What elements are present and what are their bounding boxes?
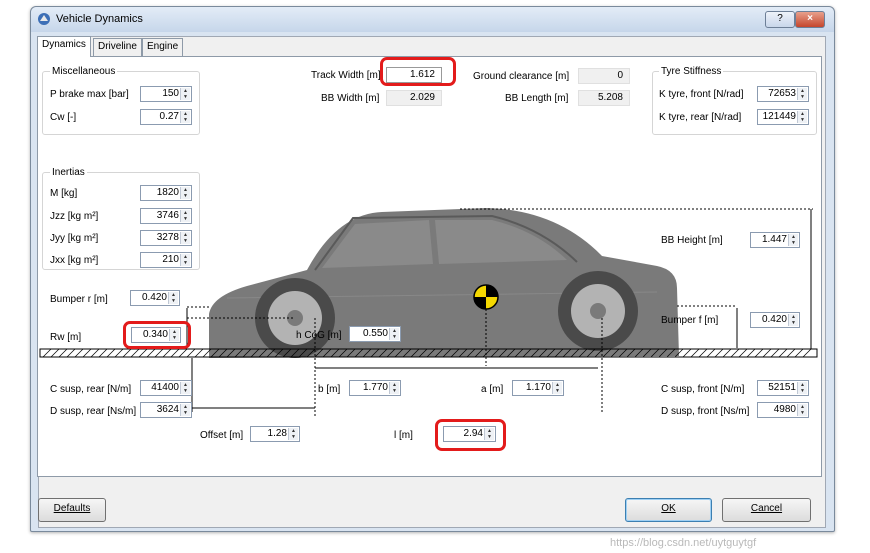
bumper-r-label: Bumper r [m] (50, 294, 108, 305)
c-susp-rear-field[interactable]: 41400 ▲ ▼ (140, 380, 192, 396)
tab-driveline[interactable]: Driveline (93, 38, 142, 56)
jyy-field[interactable]: 3278 ▲ ▼ (140, 230, 192, 246)
spin-arrows-icon: ▲ ▼ (180, 254, 190, 266)
help-button[interactable]: ? (765, 11, 795, 28)
jzz-field[interactable]: 3746 ▲ ▼ (140, 208, 192, 224)
app-icon (38, 13, 50, 25)
p-brake-field[interactable]: 150 ▲ ▼ (140, 86, 192, 102)
k-tyre-rear-field[interactable]: 121449 ▲ ▼ (757, 109, 809, 125)
d-susp-rear-field[interactable]: 3624 ▲ ▼ (140, 402, 192, 418)
hcog-field[interactable]: 0.550 ▲ ▼ (349, 326, 401, 342)
spin-arrows-icon: ▲ ▼ (180, 210, 190, 222)
a-field[interactable]: 1.170 ▲ ▼ (512, 380, 564, 396)
tab-engine[interactable]: Engine (142, 38, 184, 56)
bb-length-value: 5.208 (578, 90, 630, 106)
bb-height-field[interactable]: 1.447 ▲ ▼ (750, 232, 800, 248)
spin-arrows-icon: ▲ ▼ (180, 111, 190, 123)
d-susp-rear-label: D susp, rear [Ns/m] (50, 406, 137, 417)
misc-group (42, 71, 200, 135)
m-field[interactable]: 1820 ▲ ▼ (140, 185, 192, 201)
rw-label: Rw [m] (50, 332, 82, 343)
spin-arrows-icon: ▲ ▼ (552, 382, 562, 394)
l-highlight (435, 419, 506, 451)
k-tyre-front-field[interactable]: 72653 ▲ ▼ (757, 86, 809, 102)
defaults-button[interactable]: Defaults (38, 498, 106, 522)
ok-button[interactable]: OK (625, 498, 712, 522)
jxx-label: Jxx [kg m²] (50, 255, 99, 266)
rw-highlight (123, 321, 191, 349)
cog-marker (473, 284, 499, 310)
k-tyre-front-label: K tyre, front [N/rad] (659, 89, 744, 100)
jyy-label: Jyy [kg m²] (50, 233, 99, 244)
cancel-button[interactable]: Cancel (722, 498, 811, 522)
spin-arrows-icon: ▲ ▼ (797, 88, 807, 100)
d-susp-front-label: D susp, front [Ns/m] (661, 406, 750, 417)
offset-field[interactable]: 1.28 ▲ ▼ (250, 426, 300, 442)
cw-field[interactable]: 0.27 ▲ ▼ (140, 109, 192, 125)
hcog-label: h CoG [m] (296, 330, 342, 341)
k-tyre-rear-label: K tyre, rear [N/rad] (659, 112, 742, 123)
title-bar[interactable]: Vehicle Dynamics ? × (31, 7, 834, 32)
l-label: l [m] (394, 430, 413, 441)
spin-arrows-icon: ▲ ▼ (389, 328, 399, 340)
c-susp-front-field[interactable]: 52151 ▲ ▼ (757, 380, 809, 396)
jxx-field[interactable]: 210 ▲ ▼ (140, 252, 192, 268)
close-button[interactable]: × (795, 11, 825, 28)
spin-arrows-icon: ▲ ▼ (180, 88, 190, 100)
tyre-stiffness-group (652, 71, 817, 135)
spin-arrows-icon: ▲ ▼ (288, 428, 298, 440)
cw-label: Cw [-] (50, 112, 77, 123)
spin-arrows-icon: ▲ ▼ (180, 404, 190, 416)
bumper-f-field[interactable]: 0.420 ▲ ▼ (750, 312, 800, 328)
jzz-label: Jzz [kg m²] (50, 211, 99, 222)
bb-width-label: BB Width [m] (321, 93, 380, 104)
spin-arrows-icon: ▲ ▼ (168, 292, 178, 304)
bb-length-label: BB Length [m] (505, 93, 569, 104)
bb-height-label: BB Height [m] (661, 235, 723, 246)
spin-arrows-icon: ▲ ▼ (180, 382, 190, 394)
p-brake-label: P brake max [bar] (50, 89, 129, 100)
m-label: M [kg] (50, 188, 78, 199)
track-width-highlight (380, 57, 456, 86)
window-title: Vehicle Dynamics (56, 13, 143, 25)
c-susp-rear-label: C susp, rear [N/m] (50, 384, 132, 395)
bumper-f-label: Bumper f [m] (661, 315, 719, 326)
watermark-text: https://blog.csdn.net/uytguytgf (610, 537, 757, 549)
spin-arrows-icon: ▲ ▼ (180, 187, 190, 199)
c-susp-front-label: C susp, front [N/m] (661, 384, 745, 395)
tab-dynamics[interactable]: Dynamics (37, 36, 91, 57)
track-width-label: Track Width [m] (311, 70, 381, 81)
offset-label: Offset [m] (200, 430, 244, 441)
ground-clearance-value: 0 (578, 68, 630, 84)
a-label: a [m] (481, 384, 504, 395)
spin-arrows-icon: ▲ ▼ (180, 232, 190, 244)
spin-arrows-icon: ▲ ▼ (797, 382, 807, 394)
d-susp-front-field[interactable]: 4980 ▲ ▼ (757, 402, 809, 418)
bb-width-value: 2.029 (386, 90, 442, 106)
spin-arrows-icon: ▲ ▼ (788, 314, 798, 326)
spin-arrows-icon: ▲ ▼ (797, 111, 807, 123)
tyre-stiffness-title: Tyre Stiffness (659, 66, 724, 77)
inertias-group-title: Inertias (50, 167, 87, 178)
spin-arrows-icon: ▲ ▼ (797, 404, 807, 416)
ground-clearance-label: Ground clearance [m] (473, 71, 570, 82)
bumper-r-field[interactable]: 0.420 ▲ ▼ (130, 290, 180, 306)
misc-group-title: Miscellaneous (50, 66, 118, 77)
b-field[interactable]: 1.770 ▲ ▼ (349, 380, 401, 396)
front-wheel (558, 271, 638, 351)
spin-arrows-icon: ▲ ▼ (389, 382, 399, 394)
spin-arrows-icon: ▲ ▼ (788, 234, 798, 246)
b-label: b [m] (318, 384, 341, 395)
